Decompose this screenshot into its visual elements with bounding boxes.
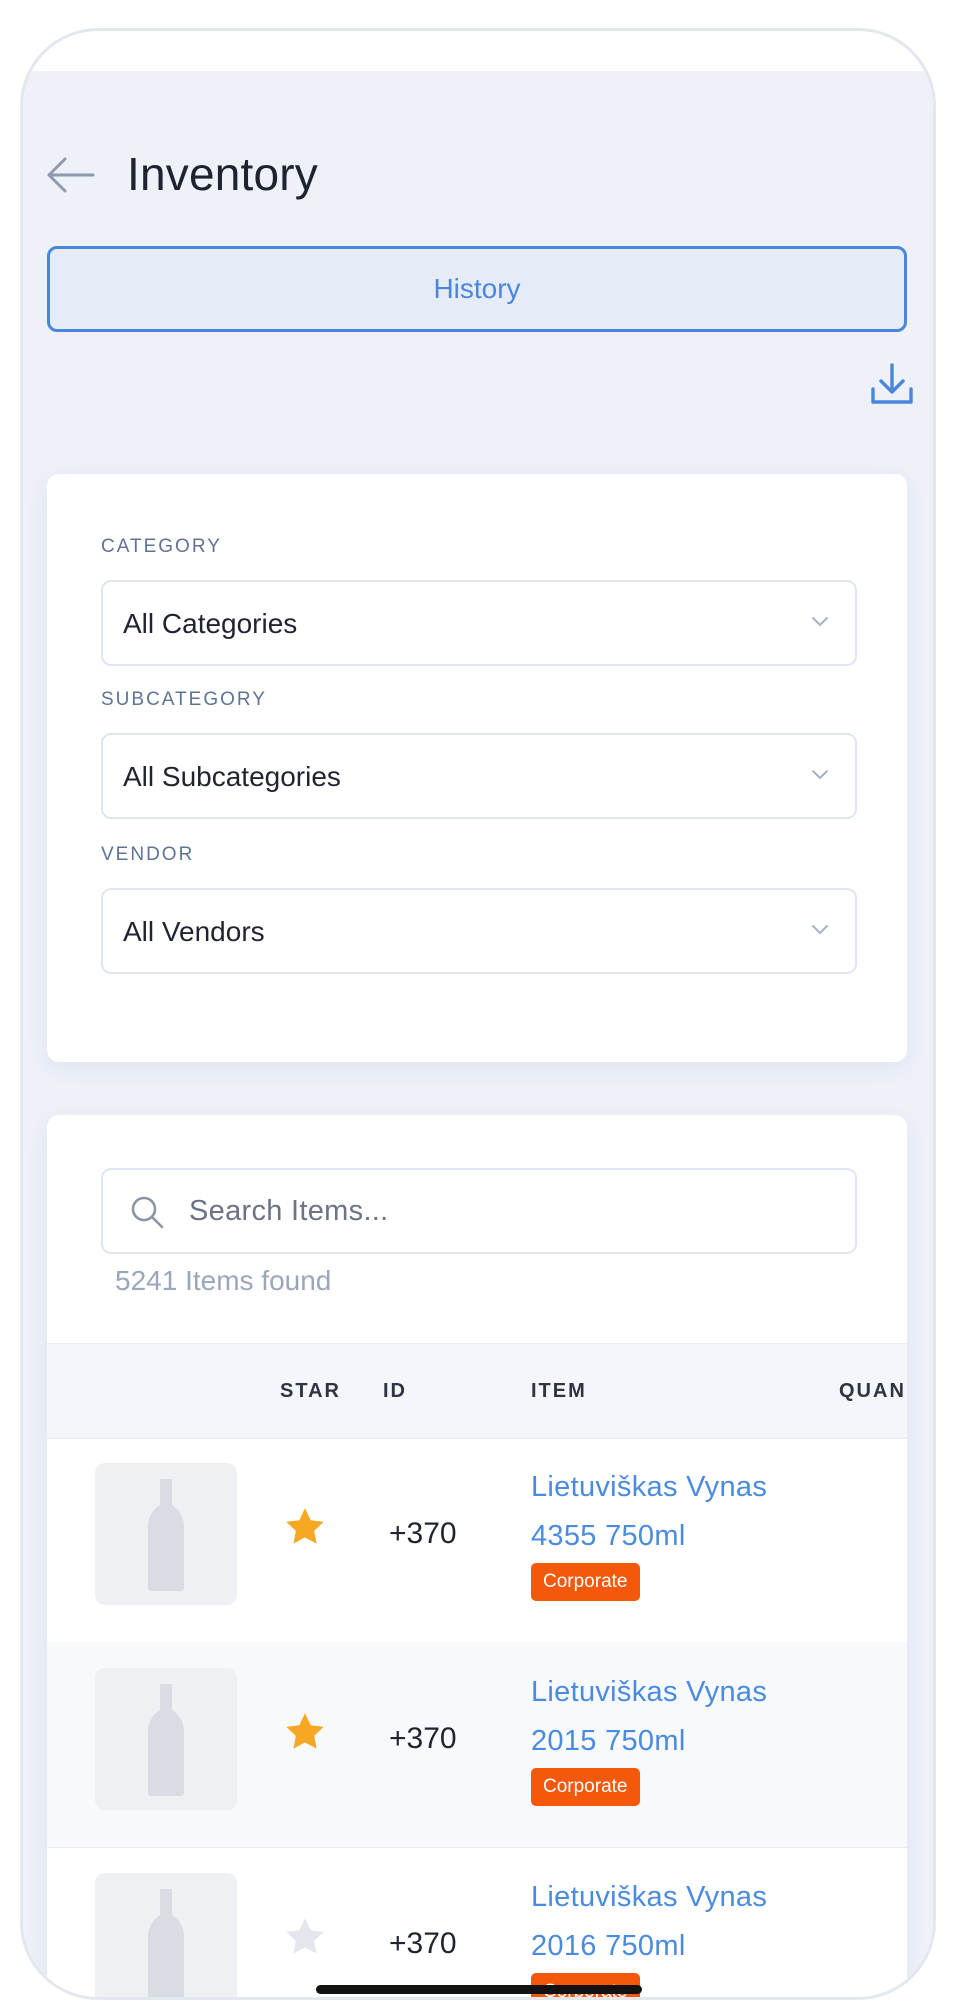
item-thumbnail (95, 1463, 237, 1605)
items-card: Search Items... 5241 Items found STAR ID… (47, 1115, 907, 1997)
chevron-down-icon (812, 617, 828, 627)
subcategory-label: SUBCATEGORY (101, 689, 267, 710)
bottle-icon (148, 1684, 184, 1796)
corporate-badge: Corporate (531, 1563, 640, 1601)
table-header: STAR ID ITEM QUAN (47, 1343, 907, 1439)
item-thumbnail (95, 1668, 237, 1810)
subcategory-select-value: All Subcategories (123, 761, 341, 792)
back-arrow-icon[interactable] (41, 153, 97, 197)
vendor-select[interactable]: All Vendors (101, 888, 857, 974)
category-select[interactable]: All Categories (101, 580, 857, 666)
history-button-label: History (433, 273, 521, 304)
download-icon[interactable] (867, 359, 917, 409)
star-icon[interactable] (283, 1915, 327, 1959)
item-name-link[interactable]: Lietuviškas Vynas 2015 750ml (531, 1668, 821, 1766)
bottle-icon (148, 1479, 184, 1591)
screen: Inventory History CATEGORY All Categorie… (23, 71, 933, 1997)
chevron-down-icon (812, 770, 828, 780)
phone-frame: Inventory History CATEGORY All Categorie… (20, 28, 936, 2000)
item-thumbnail (95, 1873, 237, 1997)
filters-card: CATEGORY All Categories SUBCATEGORY All … (47, 474, 907, 1062)
bottle-icon (148, 1889, 184, 1997)
column-header-item[interactable]: ITEM (531, 1380, 587, 1403)
vendor-label: VENDOR (101, 844, 195, 865)
corporate-badge: Corporate (531, 1768, 640, 1806)
column-header-star[interactable]: STAR (280, 1380, 341, 1403)
star-icon[interactable] (283, 1710, 327, 1754)
search-icon (131, 1196, 164, 1229)
subcategory-select[interactable]: All Subcategories (101, 733, 857, 819)
column-header-quantity[interactable]: QUAN (839, 1380, 906, 1403)
chevron-down-icon (812, 925, 828, 935)
table-row[interactable]: +370 Lietuviškas Vynas 4355 750ml Corpor… (47, 1437, 907, 1643)
star-icon[interactable] (283, 1505, 327, 1549)
home-indicator[interactable] (316, 1985, 642, 1994)
vendor-select-value: All Vendors (123, 916, 265, 947)
category-select-value: All Categories (123, 608, 298, 639)
column-header-id[interactable]: ID (383, 1380, 407, 1403)
items-count: 5241 Items found (115, 1265, 332, 1296)
category-label: CATEGORY (101, 536, 222, 557)
table-row[interactable]: +370 Lietuviškas Vynas 2015 750ml Corpor… (47, 1642, 907, 1848)
search-placeholder: Search Items... (189, 1195, 389, 1227)
search-input[interactable]: Search Items... (101, 1168, 857, 1254)
item-name-link[interactable]: Lietuviškas Vynas 2016 750ml (531, 1873, 821, 1971)
page-title: Inventory (127, 148, 319, 200)
table-row[interactable]: +370 Lietuviškas Vynas 2016 750ml Corpor… (47, 1847, 907, 1997)
history-button[interactable]: History (47, 246, 907, 332)
item-id: +370 (389, 1927, 457, 1960)
item-name-link[interactable]: Lietuviškas Vynas 4355 750ml (531, 1463, 821, 1561)
item-id: +370 (389, 1722, 457, 1755)
item-id: +370 (389, 1517, 457, 1550)
